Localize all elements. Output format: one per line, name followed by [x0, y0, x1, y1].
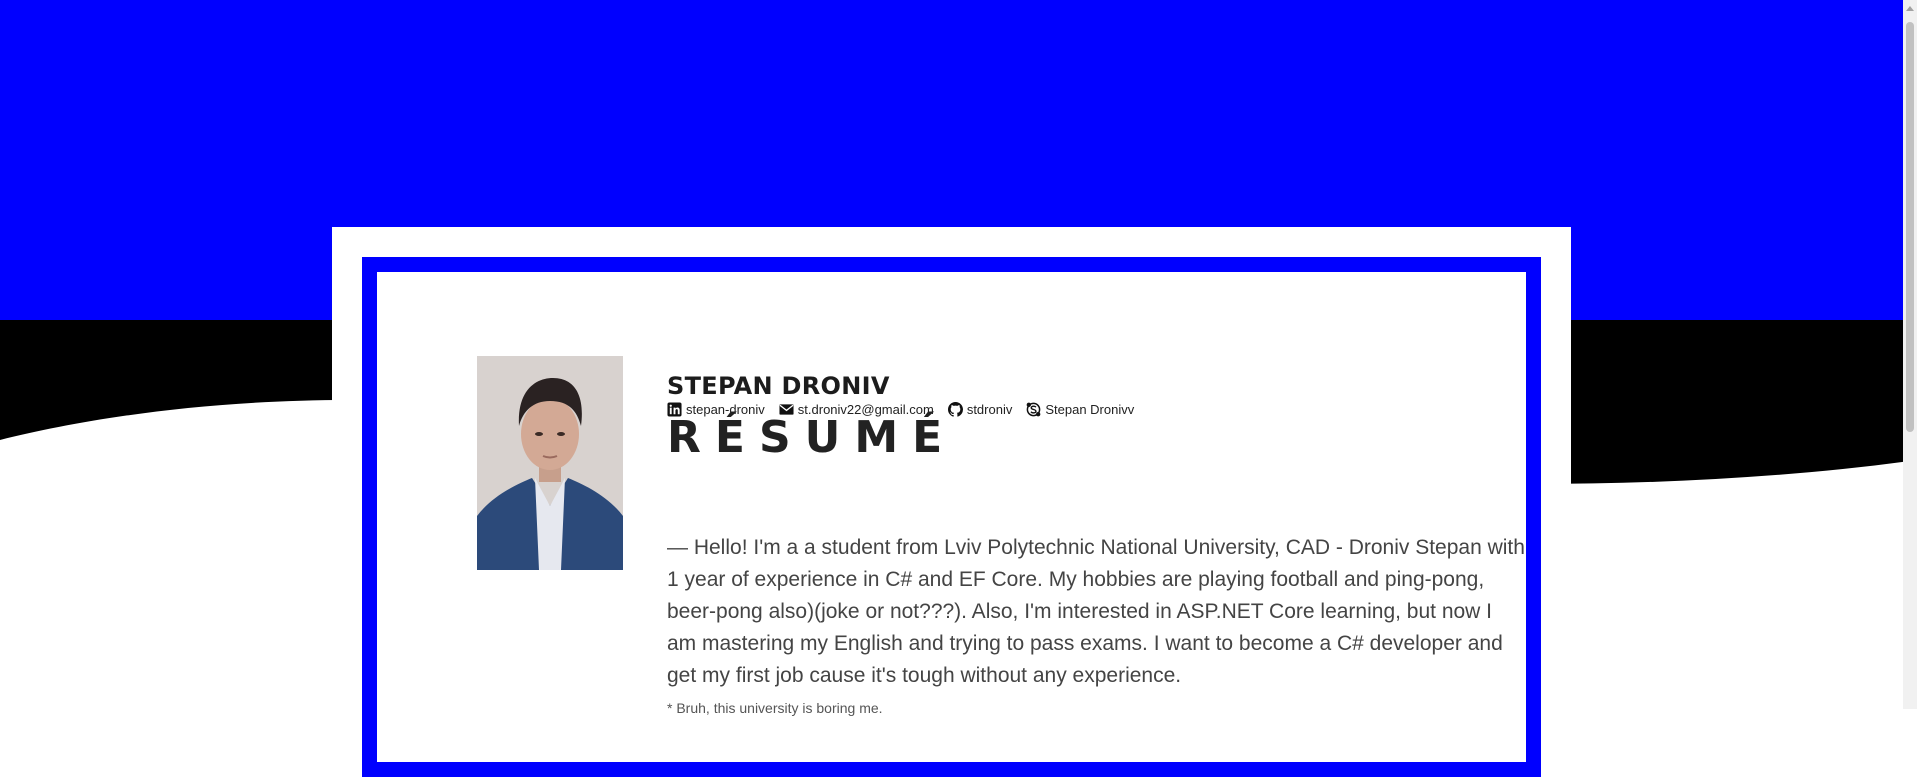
skype-link[interactable]: Stepan Dronivv	[1026, 402, 1134, 417]
bio-paragraph: — Hello! I'm a a student from Lviv Polyt…	[667, 536, 1525, 687]
profile-header: STEPAN DRONIV stepan-droniv st.droniv22@…	[667, 372, 1148, 417]
github-label: stdroniv	[966, 402, 1013, 417]
portrait-illustration	[477, 356, 623, 570]
profile-photo	[477, 356, 623, 570]
resume-frame: STEPAN DRONIV stepan-droniv st.droniv22@…	[362, 257, 1541, 777]
skype-label: Stepan Dronivv	[1045, 402, 1135, 417]
resume-card: STEPAN DRONIV stepan-droniv st.droniv22@…	[332, 227, 1571, 777]
scrollbar-thumb[interactable]	[1906, 22, 1914, 432]
skype-icon	[1027, 402, 1041, 417]
github-link[interactable]: stdroniv	[947, 402, 1013, 417]
footnote: * Bruh, this university is boring me.	[667, 700, 883, 716]
scroll-up-icon[interactable]	[1906, 6, 1914, 11]
profile-name: STEPAN DRONIV	[667, 372, 890, 400]
page-scrollbar[interactable]	[1903, 0, 1917, 709]
resume-title: RÉSUMÉ	[667, 412, 957, 463]
